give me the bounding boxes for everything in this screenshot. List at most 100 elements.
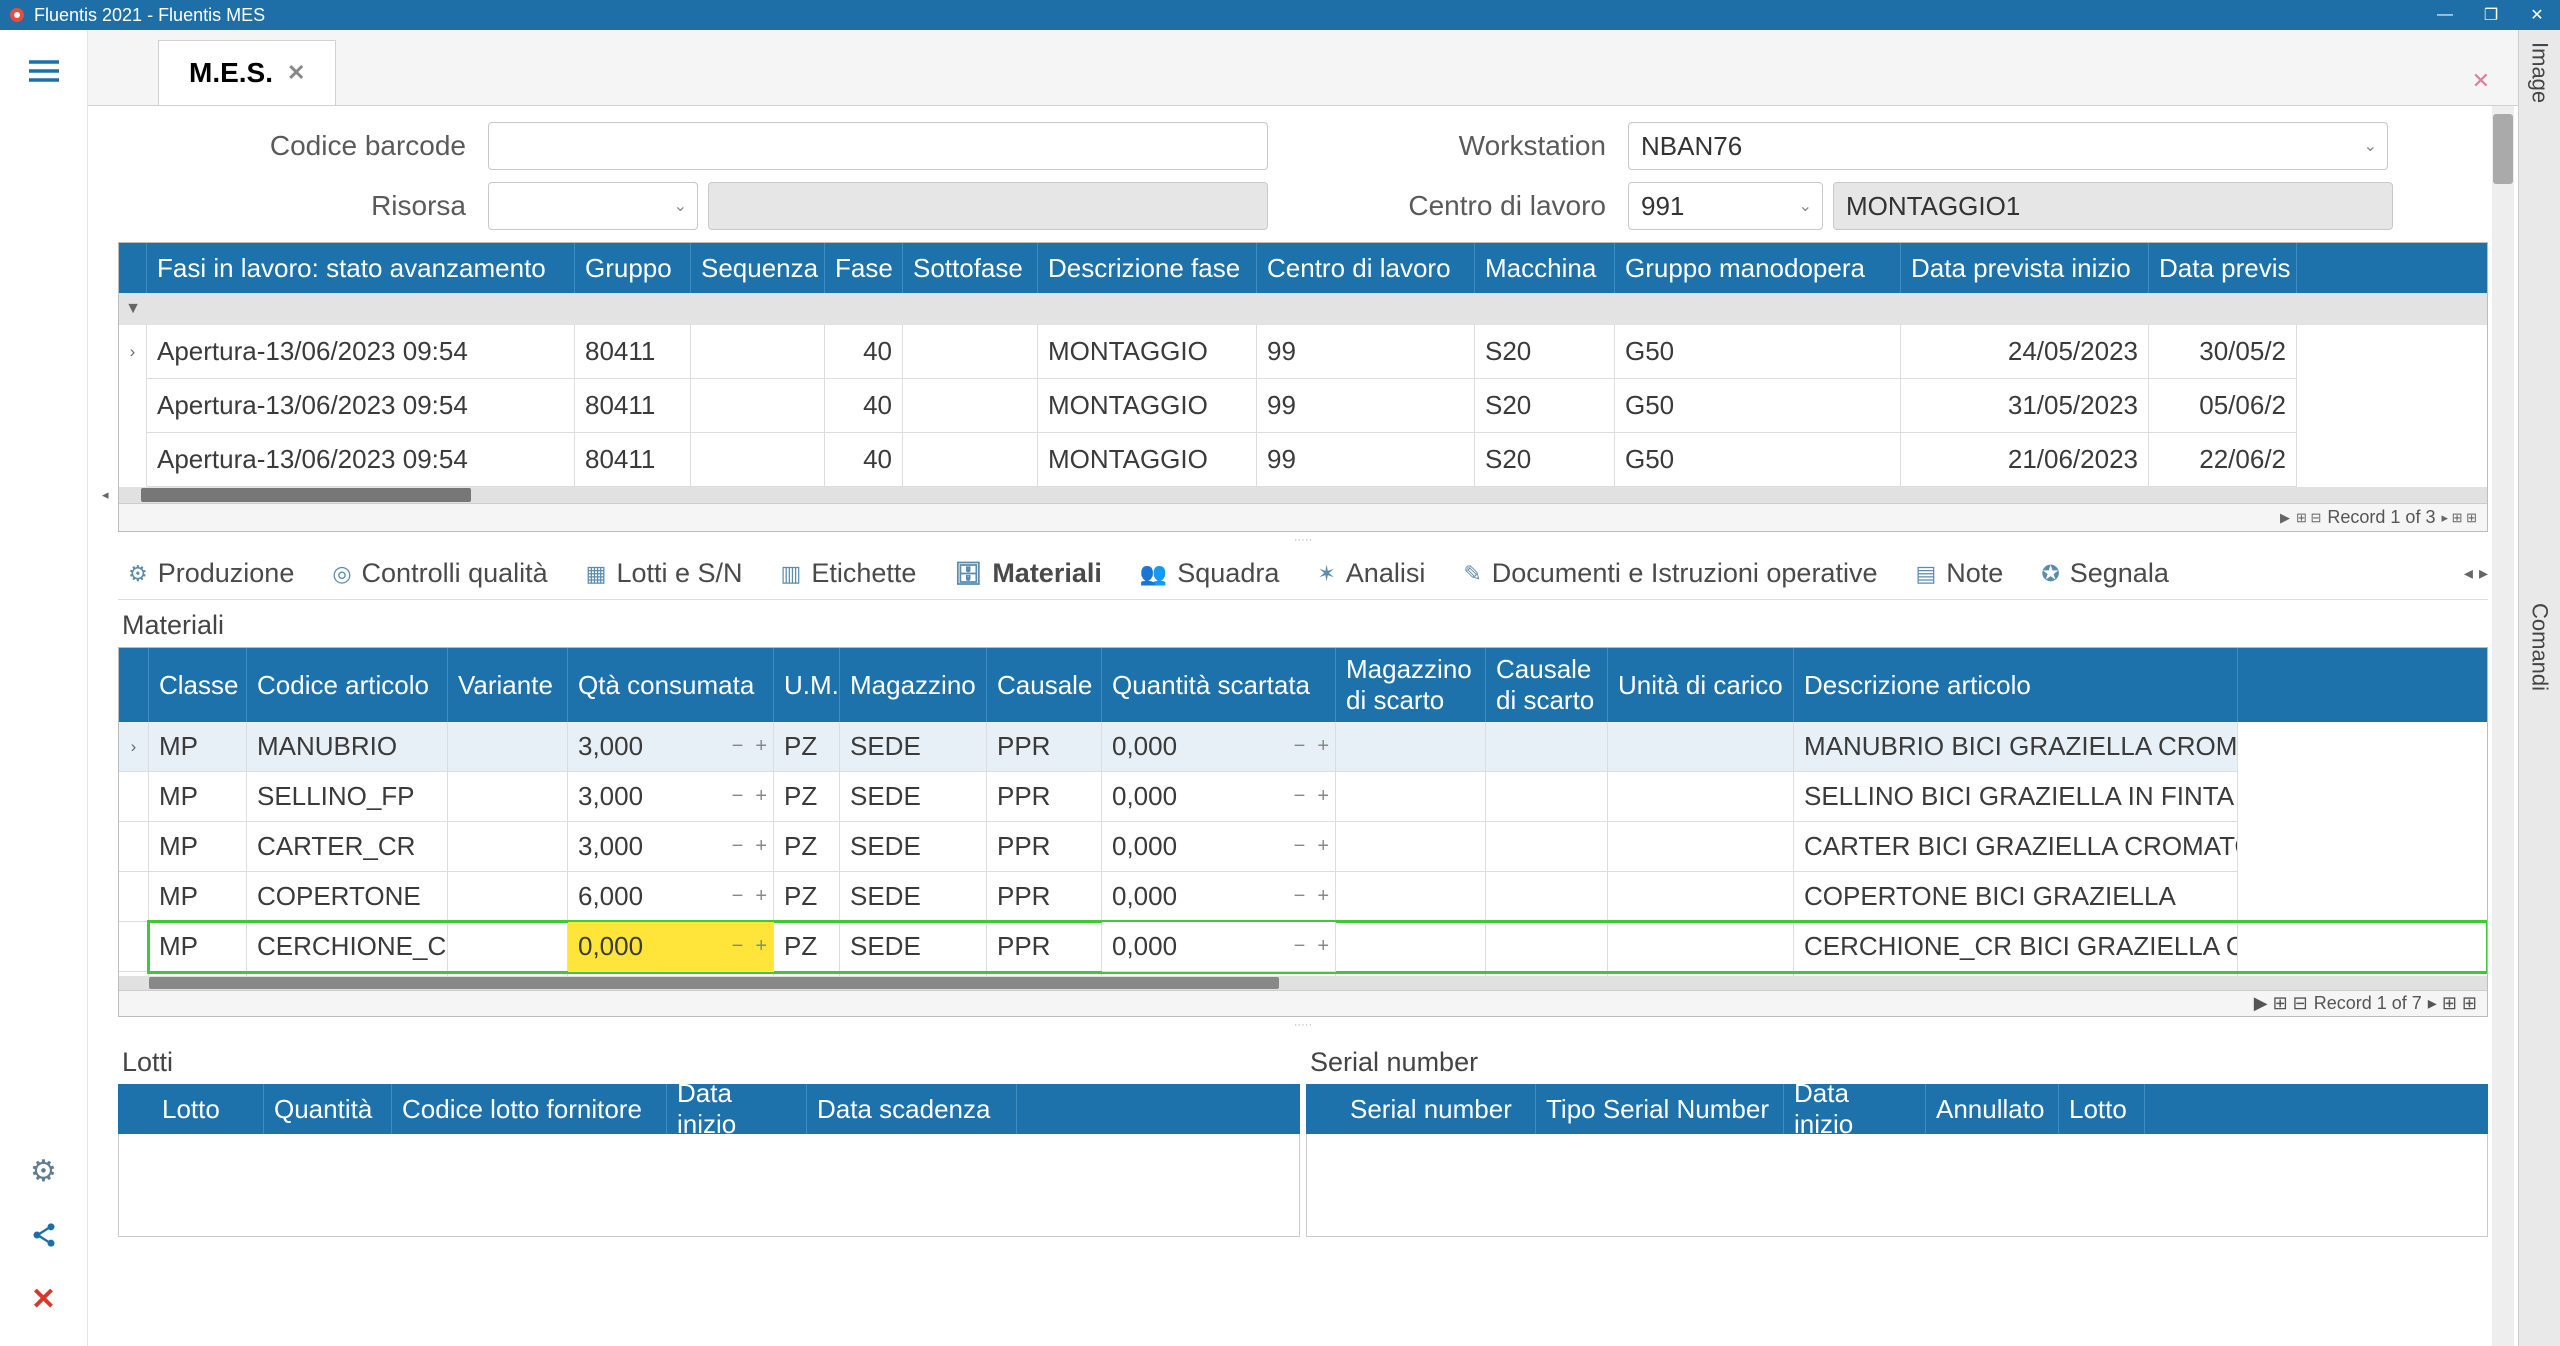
col-dpi[interactable]: Data prevista inizio — [1901, 243, 2149, 293]
tab-note[interactable]: ▤Note — [1915, 558, 2003, 589]
table-row[interactable]: Apertura-13/06/2023 09:548041140MONTAGGI… — [147, 433, 2487, 487]
col-macchina[interactable]: Macchina — [1475, 243, 1615, 293]
col-lotto-data-inizio[interactable]: Data inizio — [667, 1084, 807, 1134]
risorsa-select[interactable]: ⌄ — [488, 182, 698, 230]
stepper-minus[interactable]: − — [732, 935, 744, 958]
row-selector[interactable] — [119, 972, 149, 976]
maximize-button[interactable]: ❐ — [2468, 0, 2514, 30]
tab-close-icon[interactable]: ✕ — [287, 60, 305, 86]
table-row[interactable]: MPSELLINO_FP3,000−+PZSEDEPPR0,000−+SELLI… — [149, 772, 2487, 822]
tab-etichette[interactable]: ▥Etichette — [781, 558, 917, 589]
tab-scroll-right[interactable]: ▸ — [2479, 563, 2488, 584]
stepper-plus[interactable]: + — [755, 975, 767, 976]
row-selector[interactable] — [119, 772, 149, 822]
col-sottofase[interactable]: Sottofase — [903, 243, 1038, 293]
debug-close-icon[interactable]: ✕ — [2472, 68, 2490, 94]
row-selector[interactable] — [119, 433, 147, 487]
row-selector[interactable]: › — [119, 325, 147, 379]
stepper-plus[interactable]: + — [755, 935, 767, 958]
tab-analisi[interactable]: ✶Analisi — [1317, 558, 1425, 589]
stepper-plus[interactable]: + — [755, 835, 767, 858]
row-selector[interactable] — [119, 822, 149, 872]
materials-hscroll[interactable] — [119, 976, 2487, 990]
stepper-minus[interactable]: − — [732, 735, 744, 758]
col-serial[interactable]: Serial number — [1340, 1084, 1536, 1134]
row-selector[interactable]: › — [119, 722, 149, 772]
menu-hamburger-icon[interactable] — [27, 54, 61, 88]
row-selector[interactable] — [119, 922, 149, 972]
table-row[interactable]: Apertura-13/06/2023 09:548041140MONTAGGI… — [147, 325, 2487, 379]
col-qta-consumata[interactable]: Qtà consumata — [568, 648, 774, 722]
nav-prev-icon[interactable]: ⊞ ⊟ — [2296, 510, 2321, 526]
tab-controlli[interactable]: ◎Controlli qualità — [332, 558, 547, 589]
minimize-button[interactable]: — — [2422, 0, 2468, 30]
col-mag-scarto[interactable]: Magazzino di scarto — [1336, 648, 1486, 722]
nav-first-icon[interactable]: ▶ — [2280, 510, 2290, 526]
table-row[interactable]: MPCARTER_CR3,000−+PZSEDEPPR0,000−+CARTER… — [149, 822, 2487, 872]
barcode-input[interactable] — [488, 122, 1268, 170]
tab-mes[interactable]: M.E.S. ✕ — [158, 40, 336, 105]
col-variante[interactable]: Variante — [448, 648, 568, 722]
nav-next-icon[interactable]: ▸ ⊞ ⊞ — [2428, 993, 2477, 1014]
right-tab-image[interactable]: Image — [2527, 42, 2553, 103]
settings-gear-icon[interactable]: ⚙ — [27, 1154, 61, 1188]
tab-segnala[interactable]: ✪Segnala — [2041, 558, 2169, 589]
share-icon[interactable] — [27, 1218, 61, 1252]
col-um[interactable]: U.M. — [774, 648, 840, 722]
stepper-minus[interactable]: − — [1294, 885, 1306, 908]
stepper-minus[interactable]: − — [732, 835, 744, 858]
stepper-plus[interactable]: + — [1317, 735, 1329, 758]
stepper-plus[interactable]: + — [755, 885, 767, 908]
col-udc[interactable]: Unità di carico — [1608, 648, 1794, 722]
tab-squadra[interactable]: 👥Squadra — [1140, 558, 1280, 589]
splitter-handle[interactable]: ····· — [118, 532, 2488, 548]
table-row[interactable]: Apertura-13/06/2023 09:548041140MONTAGGI… — [147, 379, 2487, 433]
stepper-plus[interactable]: + — [1317, 835, 1329, 858]
splitter-handle-2[interactable]: ····· — [118, 1017, 2488, 1033]
stepper-minus[interactable]: − — [732, 975, 744, 976]
phases-hscroll[interactable]: ◂ — [119, 487, 2487, 503]
workstation-select[interactable]: NBAN76⌄ — [1628, 122, 2388, 170]
stepper-minus[interactable]: − — [1294, 835, 1306, 858]
col-causale[interactable]: Causale — [987, 648, 1102, 722]
tab-scroll-left[interactable]: ◂ — [2464, 563, 2473, 584]
col-serial-lotto[interactable]: Lotto — [2059, 1084, 2145, 1134]
row-selector[interactable] — [119, 379, 147, 433]
table-row[interactable]: MPMANUBRIO3,000−+PZSEDEPPR0,000−+MANUBRI… — [149, 722, 2487, 772]
stepper-plus[interactable]: + — [755, 785, 767, 808]
table-row[interactable]: SLTELAIO_CR3,000−+PZSEDEPPR0,000−+TELAIO… — [149, 972, 2487, 976]
row-selector[interactable] — [119, 872, 149, 922]
table-row[interactable]: MPCERCHIONE_CR0,000−+PZSEDEPPR0,000−+CER… — [149, 922, 2487, 972]
col-articolo[interactable]: Codice articolo — [247, 648, 448, 722]
stepper-minus[interactable]: − — [732, 785, 744, 808]
tab-documenti[interactable]: ✎Documenti e Istruzioni operative — [1463, 558, 1877, 589]
col-gman[interactable]: Gruppo manodopera — [1615, 243, 1901, 293]
col-cdl[interactable]: Centro di lavoro — [1257, 243, 1475, 293]
col-classe[interactable]: Classe — [149, 648, 247, 722]
lotti-body[interactable] — [118, 1134, 1300, 1237]
stepper-minus[interactable]: − — [1294, 935, 1306, 958]
tab-lotti-sn[interactable]: ▦Lotti e S/N — [586, 558, 743, 589]
tab-materiali[interactable]: 🗄Materiali — [954, 558, 1101, 589]
right-tab-comandi[interactable]: Comandi — [2527, 603, 2553, 691]
col-lotto-data-scadenza[interactable]: Data scadenza — [807, 1084, 1017, 1134]
cdl-select[interactable]: 991⌄ — [1628, 182, 1823, 230]
col-magazzino[interactable]: Magazzino — [840, 648, 987, 722]
stepper-minus[interactable]: − — [1294, 735, 1306, 758]
col-lotto-qta[interactable]: Quantità — [264, 1084, 392, 1134]
stepper-minus[interactable]: − — [1294, 975, 1306, 976]
nav-next-icon[interactable]: ▸ ⊞ ⊞ — [2441, 510, 2477, 526]
stepper-plus[interactable]: + — [1317, 935, 1329, 958]
stepper-plus[interactable]: + — [1317, 785, 1329, 808]
col-serial-tipo[interactable]: Tipo Serial Number — [1536, 1084, 1784, 1134]
col-fasi[interactable]: Fasi in lavoro: stato avanzamento — [147, 243, 575, 293]
col-cau-scarto[interactable]: Causale di scarto — [1486, 648, 1608, 722]
col-qta-scartata[interactable]: Quantità scartata — [1102, 648, 1336, 722]
close-window-button[interactable]: ✕ — [2514, 0, 2560, 30]
col-lotto[interactable]: Lotto — [152, 1084, 264, 1134]
tab-produzione[interactable]: ⚙Produzione — [128, 558, 294, 589]
col-serial-data-inizio[interactable]: Data inizio — [1784, 1084, 1926, 1134]
col-lotto-fornitore[interactable]: Codice lotto fornitore — [392, 1084, 667, 1134]
col-desc-fase[interactable]: Descrizione fase — [1038, 243, 1257, 293]
close-x-icon[interactable]: ✕ — [27, 1282, 61, 1316]
